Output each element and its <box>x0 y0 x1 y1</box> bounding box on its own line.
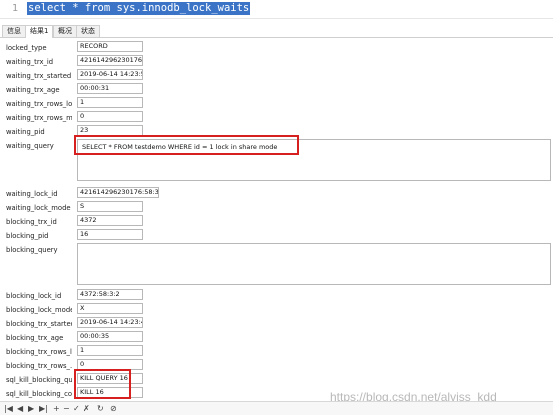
refresh-icon[interactable]: ↻ <box>97 404 104 413</box>
field-label: sql_kill_blocking_qu... <box>6 376 72 384</box>
field-label: blocking_trx_age <box>6 334 64 342</box>
field-value[interactable]: 421614296230176:58:3:2 <box>77 187 159 198</box>
field-label: blocking_pid <box>6 232 49 240</box>
tab-status[interactable]: 状态 <box>76 25 100 37</box>
next-record-icon[interactable]: ▶ <box>28 404 34 413</box>
field-value[interactable]: 421614296230176 <box>77 55 143 66</box>
first-record-icon[interactable]: |◀ <box>4 404 13 413</box>
record-navigation-toolbar: |◀ ◀ ▶ ▶| + − ✓ ✗ ↻ ⊘ <box>0 401 553 415</box>
record-form-view: locked_type RECORD waiting_trx_id 421614… <box>0 38 553 400</box>
field-label: waiting_trx_rows_m... <box>6 114 72 122</box>
tab-result1[interactable]: 结果1 <box>25 25 54 38</box>
field-label: blocking_lock_mode <box>6 306 72 314</box>
field-label: blocking_trx_started <box>6 320 72 328</box>
field-label: waiting_query <box>6 142 54 150</box>
tab-info[interactable]: 信息 <box>2 25 26 37</box>
field-value[interactable]: 0 <box>77 111 143 122</box>
field-label: waiting_lock_mode <box>6 204 71 212</box>
field-label: locked_type <box>6 44 47 52</box>
field-label: waiting_trx_rows_lo... <box>6 100 72 108</box>
field-value[interactable]: RECORD <box>77 41 143 52</box>
field-label: blocking_query <box>6 246 58 254</box>
field-label: blocking_trx_id <box>6 218 57 226</box>
last-record-icon[interactable]: ▶| <box>39 404 48 413</box>
add-record-icon[interactable]: + <box>53 404 60 413</box>
field-label: sql_kill_blocking_co... <box>6 390 72 398</box>
field-value[interactable]: 4372:58:3:2 <box>77 289 143 300</box>
field-label: waiting_trx_started <box>6 72 72 80</box>
field-value[interactable]: S <box>77 201 143 212</box>
result-tabs: 信息 结果1 概况 状态 <box>0 25 553 38</box>
field-label: waiting_lock_id <box>6 190 58 198</box>
field-label: blocking_trx_rows_l... <box>6 348 72 356</box>
line-number: 1 <box>12 3 19 14</box>
stop-icon[interactable]: ⊘ <box>110 404 117 413</box>
delete-record-icon[interactable]: − <box>63 404 70 413</box>
field-row: blocking_query <box>0 242 553 288</box>
tab-profile[interactable]: 概况 <box>53 25 77 37</box>
field-value[interactable]: 4372 <box>77 215 143 226</box>
field-label: blocking_trx_rows_... <box>6 362 72 370</box>
field-value[interactable]: 00:00:35 <box>77 331 143 342</box>
previous-record-icon[interactable]: ◀ <box>17 404 23 413</box>
field-value[interactable]: 1 <box>77 97 143 108</box>
waiting-query-highlight <box>74 135 299 155</box>
cancel-icon[interactable]: ✗ <box>83 404 90 413</box>
confirm-icon[interactable]: ✓ <box>73 404 80 413</box>
kill-commands-highlight <box>74 369 131 399</box>
query-textarea[interactable] <box>77 243 551 285</box>
sql-editor[interactable]: 1 select * from sys.innodb_lock_waits <box>0 0 553 19</box>
sql-query-text[interactable]: select * from sys.innodb_lock_waits <box>27 2 251 15</box>
field-value[interactable]: 1 <box>77 345 143 356</box>
field-value[interactable]: 16 <box>77 229 143 240</box>
field-value[interactable]: X <box>77 303 143 314</box>
field-label: waiting_pid <box>6 128 45 136</box>
field-value[interactable]: 2019-06-14 14:23:46 <box>77 317 143 328</box>
field-value[interactable]: 00:00:31 <box>77 83 143 94</box>
field-label: blocking_lock_id <box>6 292 62 300</box>
field-label: waiting_trx_age <box>6 86 60 94</box>
field-value[interactable]: 2019-06-14 14:23:50 <box>77 69 143 80</box>
field-label: waiting_trx_id <box>6 58 54 66</box>
